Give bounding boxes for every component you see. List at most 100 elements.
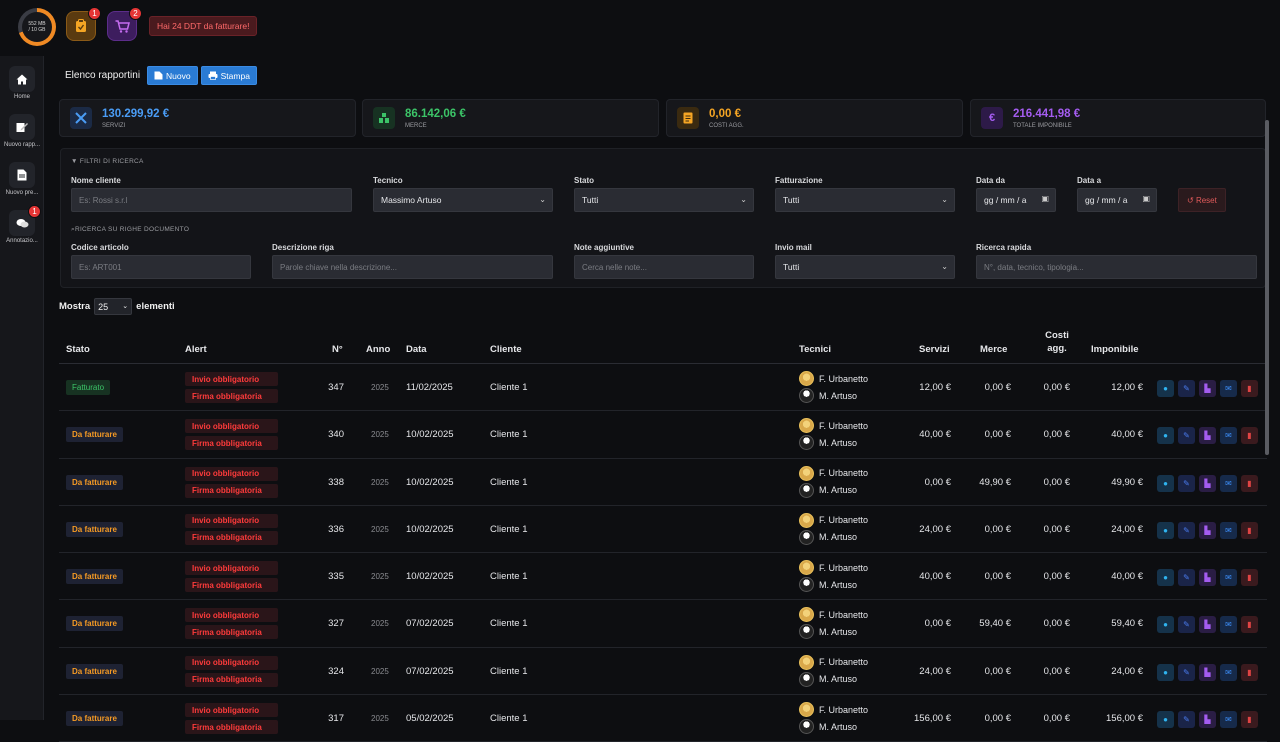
- edit-button[interactable]: ✎: [1178, 569, 1195, 587]
- th-data[interactable]: Data: [406, 344, 427, 355]
- pencil-icon: ✎: [1183, 525, 1190, 535]
- table-row[interactable]: Da fatturare Invio obbligatorio Firma ob…: [59, 695, 1267, 742]
- table-row[interactable]: Da fatturare Invio obbligatorio Firma ob…: [59, 506, 1267, 554]
- table-row[interactable]: Da fatturare Invio obbligatorio Firma ob…: [59, 411, 1267, 459]
- pdf-button[interactable]: ▙: [1199, 380, 1216, 397]
- th-stato[interactable]: Stato: [66, 344, 90, 355]
- mail-button[interactable]: ✉: [1220, 474, 1237, 492]
- delete-button[interactable]: ▮: [1241, 427, 1258, 445]
- edit-button[interactable]: ✎: [1178, 663, 1195, 681]
- mail-button[interactable]: ✉: [1220, 616, 1237, 634]
- sidebar-item-notes[interactable]: 1 Annotazio...: [0, 205, 44, 244]
- mail-button[interactable]: ✉: [1220, 521, 1237, 539]
- th-cliente[interactable]: Cliente: [490, 344, 522, 355]
- state-select[interactable]: Tutti ⌄: [574, 188, 754, 212]
- trash-icon: ▮: [1247, 384, 1252, 393]
- delete-button[interactable]: ▮: [1241, 474, 1258, 492]
- delete-button[interactable]: ▮: [1241, 380, 1258, 397]
- alert-sign-required: Firma obbligatoria: [185, 530, 278, 545]
- mail-button[interactable]: ✉: [1220, 380, 1237, 397]
- sidebar-item-new-quote[interactable]: Nuovo pre...: [0, 162, 44, 196]
- table-row[interactable]: Da fatturare Invio obbligatorio Firma ob…: [59, 553, 1267, 601]
- notes-badge: 1: [28, 205, 41, 218]
- mail-button[interactable]: ✉: [1220, 569, 1237, 587]
- th-anno[interactable]: Anno: [366, 344, 390, 355]
- info-button[interactable]: ●: [1157, 521, 1174, 539]
- client-input[interactable]: Es: Rossi s.r.l: [71, 188, 352, 212]
- pdf-button[interactable]: ▙: [1199, 427, 1216, 445]
- cell-data: 05/02/2025: [406, 713, 454, 725]
- cell-anno: 2025: [371, 383, 389, 392]
- edit-button[interactable]: ✎: [1178, 521, 1195, 539]
- print-button[interactable]: Stampa: [200, 66, 257, 85]
- th-servizi[interactable]: Servizi: [919, 344, 950, 355]
- info-button[interactable]: ●: [1157, 474, 1174, 492]
- avatar: [799, 465, 814, 481]
- pdf-button[interactable]: ▙: [1199, 616, 1216, 634]
- sidebar-item-home[interactable]: Home: [0, 66, 44, 100]
- billing-select[interactable]: Tutti ⌄: [775, 188, 955, 212]
- table-row[interactable]: Fatturato Invio obbligatorio Firma obbli…: [59, 364, 1267, 412]
- delete-button[interactable]: ▮: [1241, 616, 1258, 634]
- ddt-alert-pill[interactable]: Hai 24 DDT da fatturare!: [149, 16, 258, 36]
- chevron-down-icon: ⌄: [122, 303, 129, 310]
- th-merce[interactable]: Merce: [980, 344, 1007, 355]
- clipboard-button[interactable]: 1: [66, 7, 101, 41]
- info-button[interactable]: ●: [1157, 663, 1174, 681]
- desc-input[interactable]: Parole chiave nella descrizione...: [272, 255, 553, 279]
- tech-label: Tecnico: [373, 176, 403, 185]
- new-button[interactable]: Nuovo: [147, 66, 198, 85]
- mail-select[interactable]: Tutti ⌄: [775, 255, 955, 279]
- tech-select[interactable]: Massimo Artuso ⌄: [373, 188, 553, 212]
- scrollbar[interactable]: [1265, 120, 1269, 455]
- sidebar-item-new-report[interactable]: Nuovo rapp...: [0, 114, 44, 148]
- info-button[interactable]: ●: [1157, 616, 1174, 634]
- edit-button[interactable]: ✎: [1178, 427, 1195, 445]
- avatar: [799, 702, 814, 718]
- th-costi[interactable]: Costi agg.: [1043, 329, 1071, 355]
- row-actions: ● ✎ ▙ ✉ ▮: [1157, 663, 1262, 681]
- mail-icon: ✉: [1225, 478, 1232, 488]
- th-num[interactable]: N°: [332, 344, 343, 355]
- stat-card-total: € 216.441,98 € TOTALE IMPONIBILE: [970, 99, 1266, 137]
- pdf-button[interactable]: ▙: [1199, 663, 1216, 681]
- table-row[interactable]: Da fatturare Invio obbligatorio Firma ob…: [59, 648, 1267, 696]
- delete-button[interactable]: ▮: [1241, 521, 1258, 539]
- code-input[interactable]: Es: ART001: [71, 255, 251, 279]
- tech-entry: F. Urbanetto: [799, 607, 868, 623]
- page-size-select[interactable]: 25 ⌄: [94, 298, 133, 315]
- delete-button[interactable]: ▮: [1241, 569, 1258, 587]
- cart-button[interactable]: 2: [107, 7, 142, 41]
- desc-label: Descrizione riga: [272, 243, 334, 252]
- th-alert[interactable]: Alert: [185, 344, 207, 355]
- notes-label: Note aggiuntive: [574, 243, 635, 252]
- clipboard-icon: [76, 19, 86, 32]
- reset-button[interactable]: ↺ Reset: [1178, 188, 1226, 212]
- table-row[interactable]: Da fatturare Invio obbligatorio Firma ob…: [59, 459, 1267, 506]
- th-imponibile[interactable]: Imponibile: [1091, 344, 1139, 355]
- alert-sign-required: Firma obbligatoria: [185, 483, 278, 498]
- edit-button[interactable]: ✎: [1178, 380, 1195, 397]
- info-button[interactable]: ●: [1157, 380, 1174, 397]
- quick-search-input[interactable]: N°, data, tecnico, tipologia...: [976, 255, 1257, 279]
- date-to-input[interactable]: gg / mm / a ▣: [1077, 188, 1157, 212]
- tech-entry: M. Artuso: [799, 671, 857, 687]
- tech-entry: M. Artuso: [799, 624, 857, 640]
- mail-button[interactable]: ✉: [1220, 663, 1237, 681]
- cell-imponibile: 49,90 €: [1111, 476, 1143, 488]
- delete-button[interactable]: ▮: [1241, 663, 1258, 681]
- date-from-input[interactable]: gg / mm / a ▣: [976, 188, 1056, 212]
- notes-input[interactable]: Cerca nelle note...: [574, 255, 754, 279]
- pdf-button[interactable]: ▙: [1199, 569, 1216, 587]
- edit-button[interactable]: ✎: [1178, 474, 1195, 492]
- table-row[interactable]: Da fatturare Invio obbligatorio Firma ob…: [59, 600, 1267, 648]
- th-tecnici[interactable]: Tecnici: [799, 344, 831, 355]
- info-button[interactable]: ●: [1157, 427, 1174, 445]
- mail-button[interactable]: ✉: [1220, 427, 1237, 445]
- status-badge: Da fatturare: [66, 474, 123, 490]
- edit-button[interactable]: ✎: [1178, 616, 1195, 634]
- pdf-button[interactable]: ▙: [1199, 521, 1216, 539]
- pdf-button[interactable]: ▙: [1199, 474, 1216, 492]
- page-title: Elenco rapportini: [65, 70, 141, 81]
- info-button[interactable]: ●: [1157, 569, 1174, 587]
